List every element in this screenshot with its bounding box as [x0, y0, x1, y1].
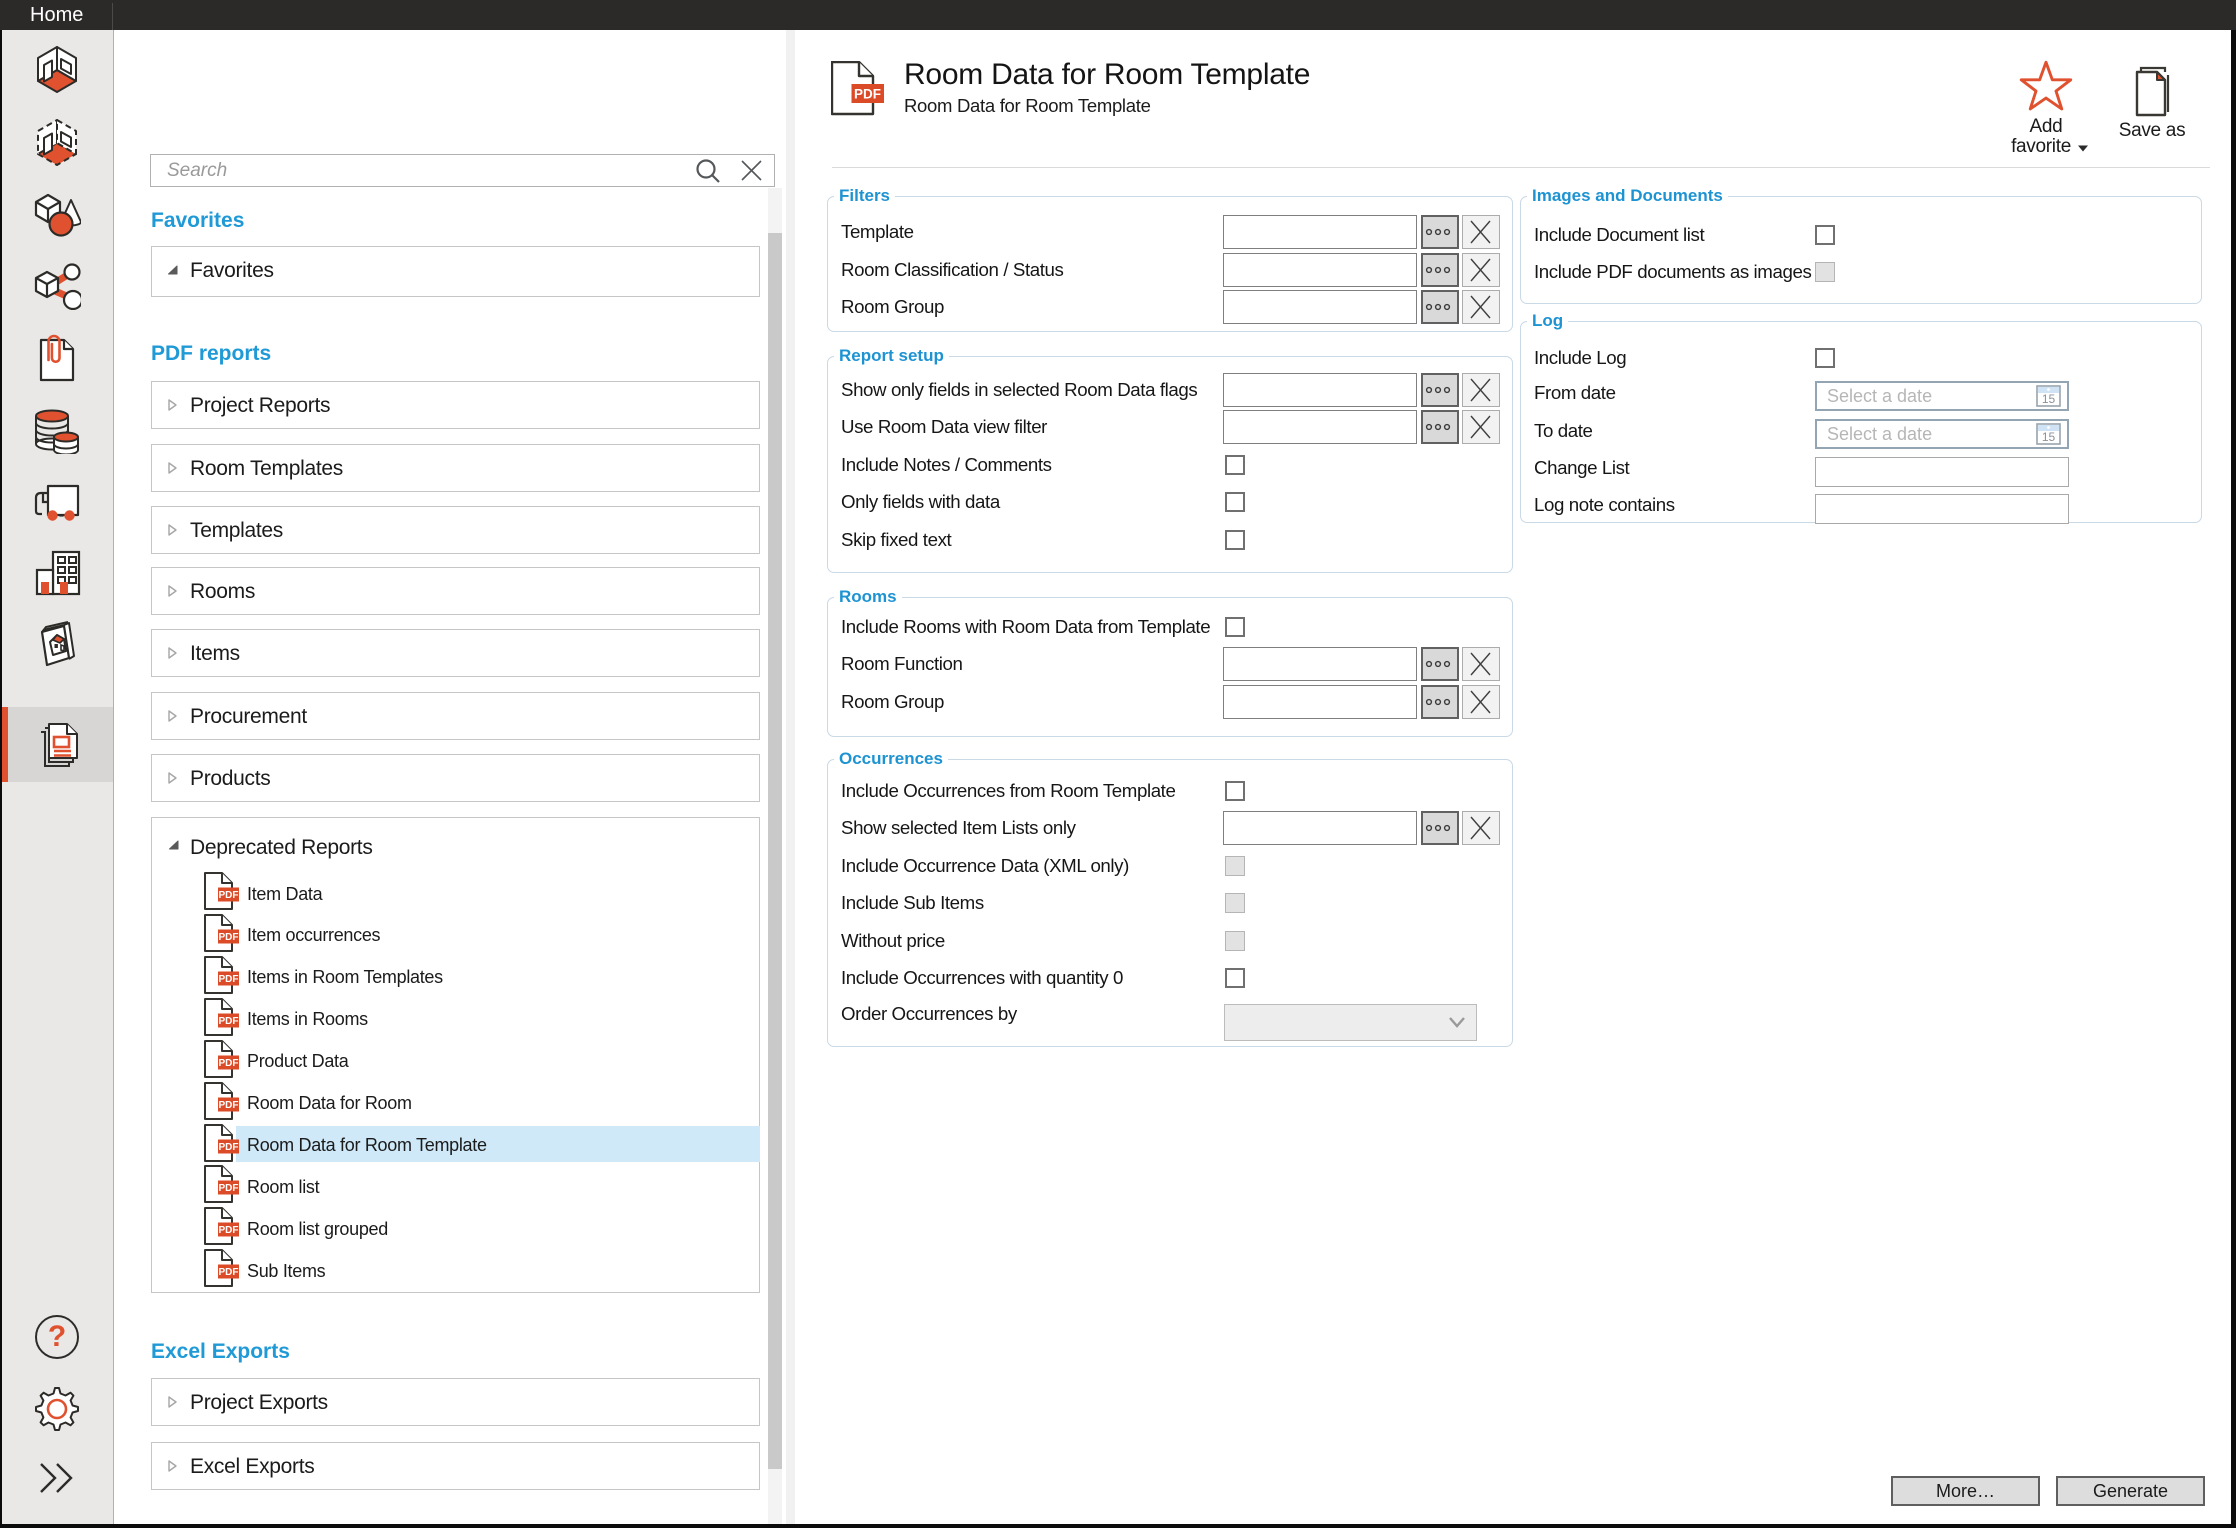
svg-text:PDF: PDF: [854, 87, 881, 102]
svg-text:PDF: PDF: [219, 1183, 239, 1194]
svg-text:PDF: PDF: [219, 932, 239, 943]
svg-text:?: ?: [48, 1320, 66, 1353]
svg-text:15: 15: [2042, 430, 2056, 444]
svg-text:PDF: PDF: [219, 1142, 239, 1153]
svg-text:PDF: PDF: [219, 1016, 239, 1027]
svg-text:PDF: PDF: [219, 1225, 239, 1236]
svg-text:PDF: PDF: [219, 890, 239, 901]
svg-text:15: 15: [2042, 392, 2056, 406]
svg-text:PDF: PDF: [219, 1058, 239, 1069]
svg-text:PDF: PDF: [219, 974, 239, 985]
svg-text:PDF: PDF: [219, 1100, 239, 1111]
svg-text:PDF: PDF: [219, 1267, 239, 1278]
